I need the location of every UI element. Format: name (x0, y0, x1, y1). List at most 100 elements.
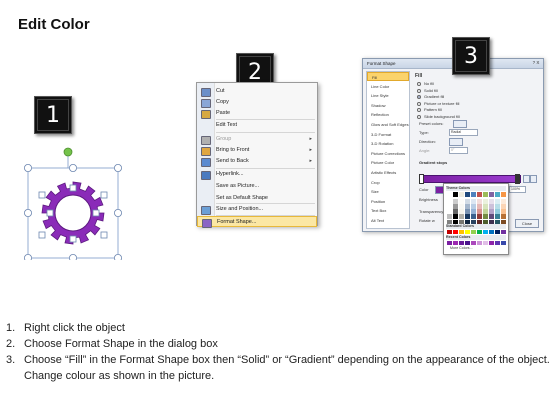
sidebar-item-line-color[interactable]: Line Color (367, 82, 409, 91)
color-swatch[interactable] (483, 192, 488, 197)
fill-option-radio[interactable]: No fill (417, 81, 537, 87)
color-swatch[interactable] (483, 230, 488, 234)
resize-handle[interactable] (69, 235, 77, 243)
preset-colors-button[interactable] (453, 120, 467, 128)
menu-item-set-as-default-shape[interactable]: Set as Default Shape (197, 193, 317, 204)
menu-item-send-to-back[interactable]: Send to Back ▸ (197, 156, 317, 167)
color-swatch[interactable] (495, 192, 500, 197)
fill-option-radio[interactable]: Pattern fill (417, 107, 537, 113)
menu-item-group[interactable]: Group ▸ (197, 134, 317, 145)
color-swatch[interactable] (501, 192, 506, 197)
direction-button[interactable] (449, 138, 463, 146)
resize-handle[interactable] (24, 254, 32, 260)
fill-option-radio[interactable]: Picture or texture fill (417, 101, 537, 107)
resize-handle[interactable] (69, 184, 77, 192)
close-button[interactable]: Close (515, 219, 539, 228)
color-swatch[interactable] (471, 241, 476, 245)
color-swatch[interactable] (459, 230, 464, 234)
fill-option-radio[interactable]: Gradient fill (417, 94, 537, 100)
color-swatch[interactable] (495, 230, 500, 234)
fill-option-radio[interactable]: Slide background fill (417, 114, 537, 120)
menu-item-bring-to-front[interactable]: Bring to Front ▸ (197, 145, 317, 156)
color-swatch[interactable] (453, 192, 458, 197)
sidebar-item-3-d-format[interactable]: 3-D Format (367, 130, 409, 139)
color-swatch[interactable] (495, 241, 500, 245)
sidebar-item-3-d-rotation[interactable]: 3-D Rotation (367, 139, 409, 148)
color-swatch[interactable] (447, 192, 452, 197)
gradient-stops-bar[interactable] (419, 175, 521, 183)
more-colors-link[interactable]: More Colors... (450, 246, 473, 250)
sidebar-item-crop[interactable]: Crop (367, 178, 409, 187)
resize-handle[interactable] (100, 191, 108, 199)
color-swatch[interactable] (471, 192, 476, 197)
resize-handle[interactable] (114, 209, 123, 218)
gradient-stop-handle[interactable] (515, 174, 520, 184)
color-swatch[interactable] (465, 230, 470, 234)
sidebar-item-picture-corrections[interactable]: Picture Corrections (367, 149, 409, 158)
resize-handle[interactable] (100, 231, 108, 239)
resize-handle[interactable] (114, 254, 122, 260)
color-swatch[interactable] (459, 241, 464, 245)
color-swatch[interactable] (471, 230, 476, 234)
sidebar-item-line-style[interactable]: Line Style (367, 91, 409, 100)
menu-item-copy[interactable]: Copy (197, 97, 317, 108)
resize-handle[interactable] (24, 163, 32, 172)
color-swatch[interactable] (465, 241, 470, 245)
resize-handle[interactable] (24, 209, 32, 218)
sidebar-item-alt-text[interactable]: Alt Text (367, 216, 409, 225)
fill-option-label: No fill (424, 81, 435, 86)
sidebar-item-text-box[interactable]: Text Box (367, 206, 409, 215)
fill-option-radio[interactable]: Solid fill (417, 88, 537, 94)
remove-stop-icon[interactable] (530, 175, 537, 183)
sidebar-item-fill[interactable]: Fill (367, 72, 409, 81)
type-select[interactable]: Radial (449, 129, 478, 136)
resize-handle[interactable] (46, 209, 54, 217)
menu-item-hyperlink[interactable]: Hyperlink... (197, 169, 317, 180)
color-swatch[interactable] (489, 241, 494, 245)
menu-item-size-and-position[interactable]: Size and Position... (197, 204, 317, 215)
rotate-checkbox-label[interactable]: Rotate w (419, 218, 435, 223)
dialog-close-icon[interactable]: ? X (531, 60, 541, 66)
sidebar-item-glow-and-soft-edges[interactable]: Glow and Soft Edges (367, 120, 409, 129)
resize-handle[interactable] (92, 209, 100, 217)
color-swatch[interactable] (453, 241, 458, 245)
color-swatch[interactable] (459, 192, 464, 197)
resize-handle[interactable] (69, 163, 78, 172)
gear-shape[interactable] (20, 140, 130, 260)
color-swatch[interactable] (489, 192, 494, 197)
color-swatch[interactable] (483, 241, 488, 245)
resize-handle[interactable] (38, 191, 46, 199)
menu-item-format-shape[interactable]: Format Shape... (197, 216, 317, 228)
sidebar-item-reflection[interactable]: Reflection (367, 110, 409, 119)
position-input[interactable]: 100% (509, 186, 526, 193)
sidebar-item-picture-color[interactable]: Picture Color (367, 158, 409, 167)
step-item: 3. Choose “Fill” in the Format Shape box … (6, 352, 554, 384)
color-swatch[interactable] (447, 230, 452, 234)
color-swatch[interactable] (477, 192, 482, 197)
sidebar-item-size[interactable]: Size (367, 187, 409, 196)
color-swatch[interactable] (447, 241, 452, 245)
sidebar-item-shadow[interactable]: Shadow (367, 101, 409, 110)
menu-item-edit-text[interactable]: Edit Text (197, 120, 317, 131)
add-stop-icon[interactable] (523, 175, 530, 183)
sidebar-item-artistic-effects[interactable]: Artistic Effects (367, 168, 409, 177)
resize-handle[interactable] (69, 254, 77, 260)
angle-input[interactable]: 0° (449, 147, 468, 154)
paste-icon (201, 110, 211, 119)
color-swatch[interactable] (477, 230, 482, 234)
menu-item-paste[interactable]: Paste (197, 108, 317, 119)
resize-handle[interactable] (38, 231, 46, 239)
color-swatch[interactable] (501, 230, 506, 234)
brightness-label: Brightness (419, 197, 438, 202)
color-swatch[interactable] (477, 241, 482, 245)
color-swatch[interactable] (453, 230, 458, 234)
gradient-stop-handle[interactable] (419, 174, 424, 184)
color-swatch[interactable] (501, 241, 506, 245)
menu-item-save-as-picture[interactable]: Save as Picture... (197, 181, 317, 192)
color-swatch[interactable] (465, 192, 470, 197)
menu-item-cut[interactable]: Cut (197, 86, 317, 97)
resize-handle[interactable] (114, 163, 123, 172)
sidebar-item-position[interactable]: Position (367, 197, 409, 206)
color-swatch[interactable] (489, 230, 494, 234)
menu-item-label: Paste (216, 110, 231, 116)
